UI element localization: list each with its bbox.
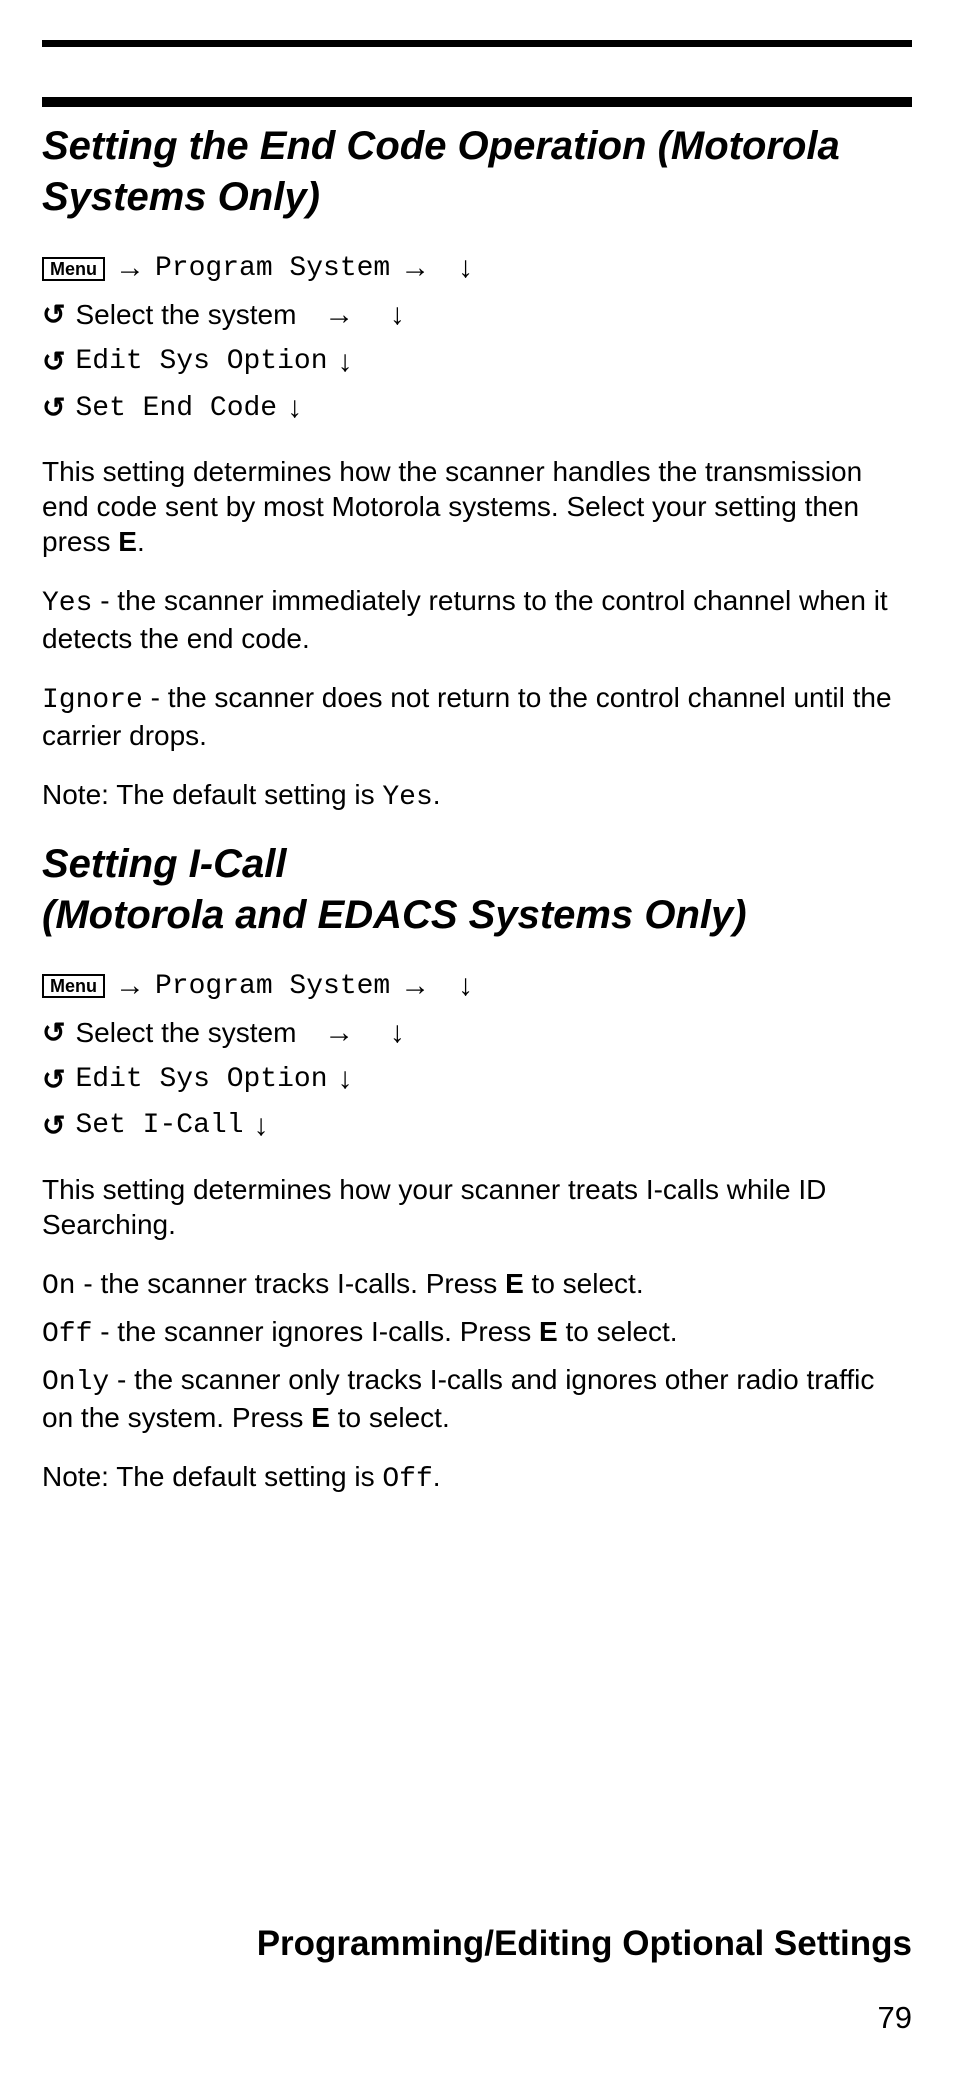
option-yes-code: Yes [42, 588, 92, 619]
top-rule [42, 40, 912, 47]
section1-heading: Setting the End Code Operation (Motorola… [42, 121, 912, 223]
section1-nav: Menu → Program System → ↓ ↻ Select the s… [42, 247, 912, 429]
section1-ignore: Ignore - the scanner does not return to … [42, 680, 912, 753]
arrow-down-icon: ↓ [338, 341, 353, 384]
section1-note: Note: The default setting is Yes. [42, 777, 912, 815]
section2-heading: Setting I-Call (Motorola and EDACS Syste… [42, 839, 912, 941]
page-number: 79 [878, 2000, 912, 2036]
nav-set-end-code: Set End Code [75, 389, 277, 429]
nav-edit-sys-option: Edit Sys Option [75, 1060, 327, 1100]
section2-only: Only - the scanner only tracks I-calls a… [42, 1362, 912, 1435]
heading-rule [42, 97, 912, 107]
rotate-icon: ↻ [42, 1112, 65, 1140]
text: - the scanner ignores I-calls. Press [92, 1316, 539, 1347]
section1-intro: This setting determines how the scanner … [42, 454, 912, 559]
arrow-down-icon: ↓ [458, 965, 473, 1008]
text: - the scanner only tracks I-calls and ig… [42, 1364, 874, 1433]
text: - the scanner immediately returns to the… [42, 585, 888, 654]
nav-edit-sys-option: Edit Sys Option [75, 342, 327, 382]
key-e: E [505, 1268, 524, 1299]
key-e: E [539, 1316, 558, 1347]
arrow-right-icon: → [400, 247, 430, 290]
rotate-icon: ↻ [42, 1019, 65, 1047]
text: - the scanner does not return to the con… [42, 682, 892, 751]
rotate-icon: ↻ [42, 1066, 65, 1094]
option-ignore-code: Ignore [42, 685, 143, 716]
menu-key-icon: Menu [42, 974, 105, 998]
footer-chapter-title: Programming/Editing Optional Settings [42, 1924, 912, 1964]
text: . [433, 779, 441, 810]
rotate-icon: ↻ [42, 301, 65, 329]
text: to select. [524, 1268, 644, 1299]
rotate-icon: ↻ [42, 348, 65, 376]
arrow-down-icon: ↓ [390, 294, 405, 337]
arrow-right-icon: → [324, 1012, 354, 1055]
text: to select. [330, 1402, 450, 1433]
section2-note: Note: The default setting is Off. [42, 1459, 912, 1497]
arrow-down-icon: ↓ [338, 1058, 353, 1101]
arrow-right-icon: → [400, 965, 430, 1008]
rotate-icon: ↻ [42, 394, 65, 422]
arrow-right-icon: → [115, 965, 145, 1008]
section2-off: Off - the scanner ignores I-calls. Press… [42, 1314, 912, 1352]
text: This setting determines how the scanner … [42, 456, 862, 557]
section2-nav: Menu → Program System → ↓ ↻ Select the s… [42, 965, 912, 1147]
section2-on: On - the scanner tracks I-calls. Press E… [42, 1266, 912, 1304]
default-yes-code: Yes [382, 782, 432, 813]
nav-set-icall: Set I-Call [75, 1106, 243, 1146]
section2-intro: This setting determines how your scanner… [42, 1172, 912, 1242]
nav-program-system: Program System [155, 249, 390, 289]
nav-program-system: Program System [155, 967, 390, 1007]
key-e: E [118, 526, 137, 557]
arrow-right-icon: → [115, 247, 145, 290]
default-off-code: Off [382, 1464, 432, 1495]
text: Note: The default setting is [42, 1461, 382, 1492]
arrow-right-icon: → [324, 294, 354, 337]
text: to select. [558, 1316, 678, 1347]
text: . [137, 526, 145, 557]
section1-yes: Yes - the scanner immediately returns to… [42, 583, 912, 656]
option-on-code: On [42, 1271, 76, 1302]
arrow-down-icon: ↓ [287, 387, 302, 430]
key-e: E [311, 1402, 330, 1433]
text: - the scanner tracks I-calls. Press [76, 1268, 505, 1299]
menu-key-icon: Menu [42, 257, 105, 281]
text: . [433, 1461, 441, 1492]
section2-heading-line2: (Motorola and EDACS Systems Only) [42, 893, 747, 937]
arrow-down-icon: ↓ [390, 1012, 405, 1055]
section2-heading-line1: Setting I-Call [42, 842, 286, 886]
arrow-down-icon: ↓ [458, 247, 473, 290]
nav-select-system: Select the system [75, 1013, 296, 1053]
text: Note: The default setting is [42, 779, 382, 810]
nav-select-system: Select the system [75, 295, 296, 335]
option-only-code: Only [42, 1367, 109, 1398]
option-off-code: Off [42, 1319, 92, 1350]
arrow-down-icon: ↓ [254, 1105, 269, 1148]
